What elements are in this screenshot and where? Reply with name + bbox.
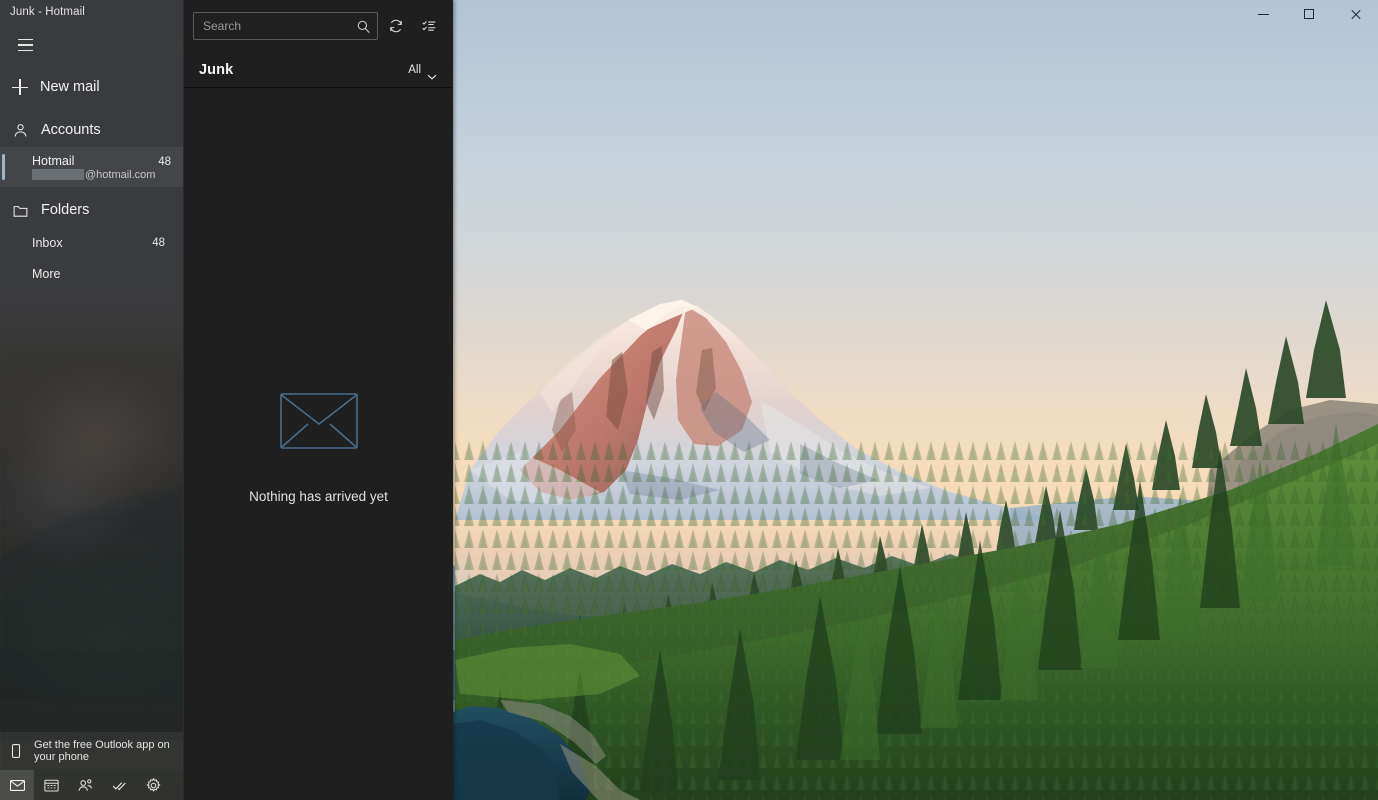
maximize-icon [1304,9,1314,19]
accounts-header[interactable]: Accounts [0,113,183,147]
search-box[interactable] [193,12,378,40]
hamburger-row [0,30,183,60]
selection-mode-icon [422,21,436,31]
maximize-button[interactable] [1286,0,1332,28]
folder-title: Junk [199,61,234,78]
app-button-settings[interactable] [136,770,170,800]
list-header: Junk All [184,52,453,88]
account-email: @hotmail.com [32,169,173,181]
empty-state: Nothing has arrived yet [184,88,453,800]
promo-text: Get the free Outlook app on your phone [34,739,170,764]
title-bar: Junk - Hotmail [0,0,183,24]
app-button-todo[interactable] [102,770,136,800]
sync-button[interactable] [381,11,411,41]
folders-label: Folders [41,202,90,218]
empty-state-message: Nothing has arrived yet [249,489,388,504]
minimize-icon [1257,13,1269,15]
folder-name: Inbox [32,235,63,250]
calendar-icon [43,779,59,791]
account-unread-count: 48 [158,155,171,168]
filter-dropdown[interactable]: All [404,61,441,80]
navigation-pane: Junk - Hotmail New mail Accounts Hotmail… [0,0,183,800]
mail-app-window: Junk - Hotmail New mail Accounts Hotmail… [0,0,453,800]
outlook-app-promo[interactable]: Get the free Outlook app on your phone [0,732,183,770]
plus-icon [12,79,28,95]
app-button-mail[interactable] [0,770,34,800]
gear-icon [145,777,161,792]
mail-icon [9,779,25,791]
app-switcher-bar [0,770,183,800]
account-email-domain: @hotmail.com [85,168,156,181]
window-controls[interactable] [1240,0,1378,28]
app-button-people[interactable] [68,770,102,800]
new-mail-label: New mail [40,79,100,95]
screen: Junk - Hotmail New mail Accounts Hotmail… [0,0,1378,800]
sync-icon [390,19,402,33]
minimize-button[interactable] [1240,0,1286,28]
window-title: Junk - Hotmail [10,6,85,18]
new-mail-button[interactable]: New mail [0,67,183,107]
phone-icon [8,743,24,759]
envelope-outline-icon [279,393,358,449]
promo-line-1: Get the free Outlook app on [34,738,170,751]
folder-name: More [32,266,61,281]
message-list-pane: Junk All [183,0,453,800]
account-item-hotmail[interactable]: Hotmail 48 @hotmail.com [0,147,183,187]
promo-line-2: your phone [34,751,90,763]
folder-item-more[interactable]: More [0,258,183,289]
selection-mode-button[interactable] [414,11,444,41]
search-toolbar [184,0,453,52]
close-icon [1350,9,1361,20]
checkmarks-icon [112,781,126,790]
redacted-username [32,169,84,180]
person-icon [12,122,29,139]
pane-splitter[interactable] [452,90,454,800]
folder-item-inbox[interactable]: Inbox 48 [0,227,183,258]
search-icon [356,19,371,34]
people-icon [78,778,92,791]
app-button-calendar[interactable] [34,770,68,800]
search-input[interactable] [203,19,351,33]
filter-label: All [408,63,421,76]
hamburger-icon[interactable] [8,30,42,60]
close-button[interactable] [1332,0,1378,28]
folder-count: 48 [152,236,165,249]
folders-header[interactable]: Folders [0,193,183,227]
account-name: Hotmail [32,153,75,168]
chevron-down-icon [427,67,437,80]
folder-icon [12,202,29,219]
accounts-label: Accounts [41,122,101,138]
selection-indicator [2,154,5,180]
